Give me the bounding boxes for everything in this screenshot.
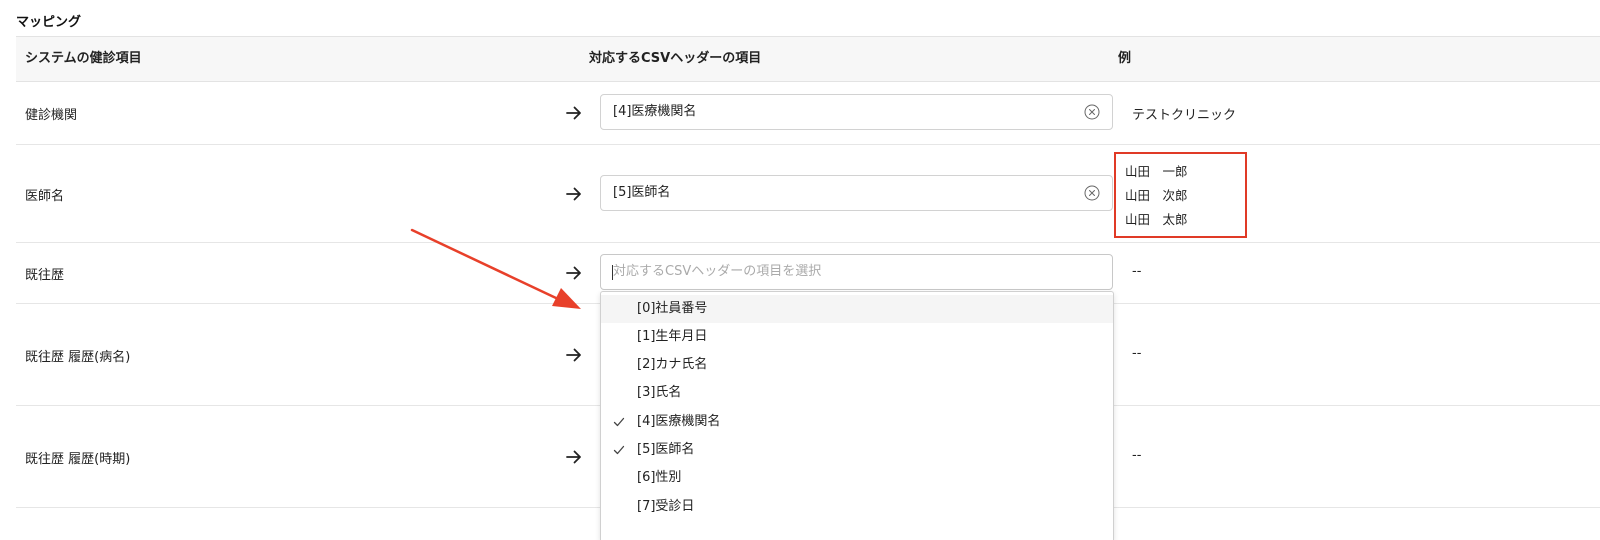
row-label: 医師名 [25, 189, 65, 204]
dropdown-option[interactable]: [2]カナ氏名 [601, 351, 1113, 379]
example-value: -- [1132, 448, 1142, 463]
table-header: システムの健診項目 対応するCSVヘッダーの項目 例 [16, 36, 1600, 82]
option-label: [7]受診日 [637, 499, 695, 514]
check-icon [613, 417, 625, 427]
table-row: 健診機関 [4]医療機関名 テストクリニック [16, 82, 1600, 145]
dropdown-option[interactable]: [1]生年月日 [601, 323, 1113, 351]
row-label: 既往歴 履歴(病名) [25, 350, 131, 365]
select-placeholder: 対応するCSVヘッダーの項目を選択 [613, 264, 822, 279]
option-label: [4]医療機関名 [637, 414, 721, 429]
header-system-item: システムの健診項目 [25, 51, 142, 66]
arrow-right-icon [566, 450, 581, 464]
clear-circle-icon[interactable] [1084, 104, 1100, 120]
dropdown-option[interactable]: [4]医療機関名 [601, 408, 1113, 436]
arrow-right-icon [566, 106, 581, 120]
clear-circle-icon[interactable] [1084, 185, 1100, 201]
row-label: 既往歴 履歴(時期) [25, 452, 131, 467]
option-label: [5]医師名 [637, 442, 695, 457]
select-value: [4]医療機関名 [613, 104, 697, 119]
dropdown-option[interactable]: [5]医師名 [601, 436, 1113, 464]
example-value: -- [1132, 264, 1142, 279]
row-label: 健診機関 [25, 108, 78, 123]
example-value: テストクリニック [1132, 108, 1237, 123]
select-value: [5]医師名 [613, 185, 671, 200]
example-line: 山田 太郎 [1125, 212, 1188, 227]
header-example: 例 [1118, 51, 1132, 66]
csv-header-select[interactable]: [4]医療機関名 [600, 94, 1113, 130]
option-label: [6]性別 [637, 470, 682, 485]
option-label: [2]カナ氏名 [637, 357, 708, 372]
mapping-page: マッピング システムの健診項目 対応するCSVヘッダーの項目 例 健診機関 [4… [0, 0, 1600, 540]
csv-header-select[interactable]: [5]医師名 [600, 175, 1113, 211]
arrow-right-icon [566, 266, 581, 280]
option-label: [0]社員番号 [637, 301, 708, 316]
row-label: 既往歴 [25, 268, 65, 283]
example-line: 山田 次郎 [1125, 188, 1188, 203]
example-line: 山田 一郎 [1125, 164, 1188, 179]
check-icon [613, 445, 625, 455]
section-title: マッピング [16, 15, 82, 30]
dropdown-option[interactable]: [3]氏名 [601, 379, 1113, 407]
arrow-right-icon [566, 187, 581, 201]
option-label: [3]氏名 [637, 385, 682, 400]
example-value: -- [1132, 346, 1142, 361]
arrow-right-icon [566, 348, 581, 362]
option-label: [1]生年月日 [637, 329, 708, 344]
table-row: 医師名 [5]医師名 山田 一郎 山田 次郎 山田 太郎 [16, 145, 1600, 243]
example-highlight-box: 山田 一郎 山田 次郎 山田 太郎 [1114, 152, 1247, 238]
csv-header-select-open[interactable]: 対応するCSVヘッダーの項目を選択 [600, 254, 1113, 290]
dropdown-option[interactable]: [7]受診日 [601, 493, 1113, 521]
csv-header-dropdown-menu: [0]社員番号 [1]生年月日 [2]カナ氏名 [3]氏名 [4]医療機関名 [… [600, 291, 1114, 540]
dropdown-option[interactable]: [6]性別 [601, 464, 1113, 492]
header-csv-header: 対応するCSVヘッダーの項目 [589, 51, 762, 66]
dropdown-option[interactable]: [0]社員番号 [601, 295, 1113, 323]
